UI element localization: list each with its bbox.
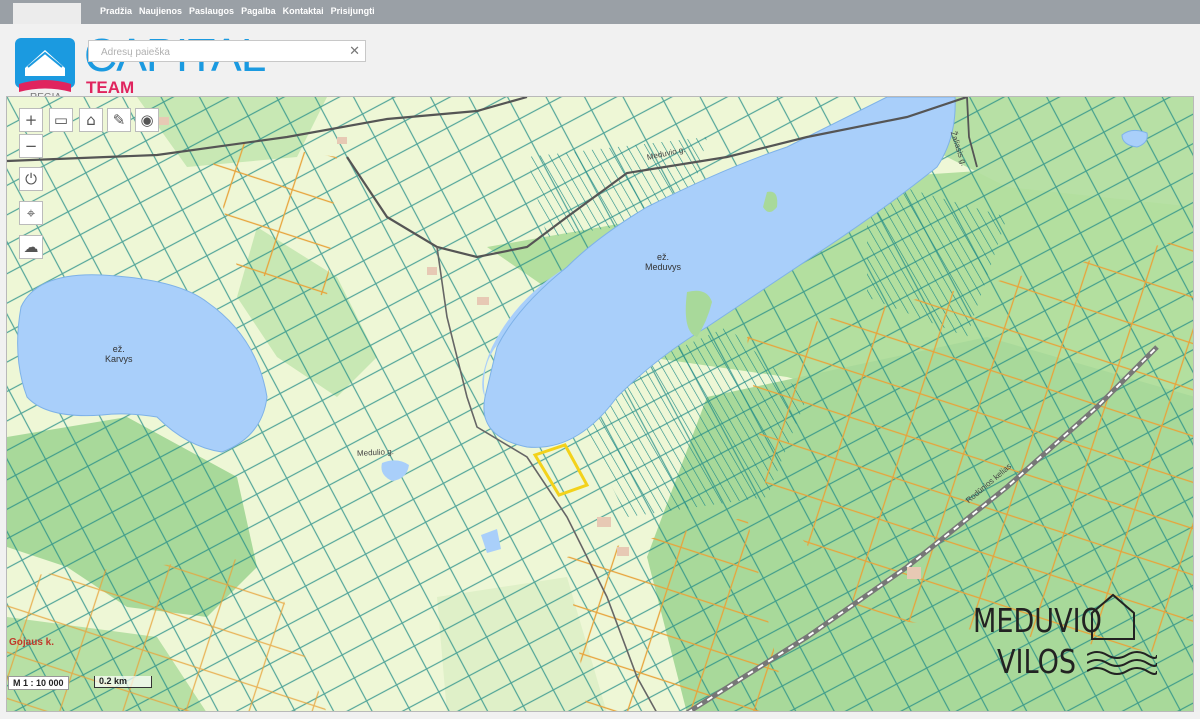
logo-team-text: TEAM [86, 78, 135, 97]
nav-item-naujienos[interactable]: Naujienos [139, 6, 182, 16]
nav-item-pradzia[interactable]: Pradžia [100, 6, 132, 16]
marker-icon[interactable]: ⌂ [79, 108, 103, 132]
outline-shape-icon[interactable]: ☁ [19, 235, 43, 259]
address-search-input[interactable] [99, 42, 343, 62]
lake-meduvys-label: ež. Meduvys [645, 252, 682, 272]
zoom-in-button[interactable]: + [19, 108, 43, 132]
scale-bar: 0.2 km [94, 676, 152, 688]
power-icon[interactable]: ⏻ [19, 167, 43, 191]
map-canvas[interactable]: + − ▭ ⌂ ✎ ◉ ⏻ ⌖ ☁ ež. Karvys ež. Meduvys… [6, 96, 1194, 712]
main-navigation: Pradžia Naujienos Paslaugos Pagalba Kont… [100, 6, 375, 16]
location-icon[interactable]: ◉ [135, 108, 159, 132]
house-logo-icon[interactable] [15, 38, 75, 98]
nav-item-kontaktai[interactable]: Kontaktai [283, 6, 324, 16]
village-label: Gojaus k. [9, 637, 55, 648]
top-navigation-bar: Pradžia Naujienos Paslaugos Pagalba Kont… [0, 0, 1200, 24]
edit-icon[interactable]: ✎ [107, 108, 131, 132]
nav-item-pagalba[interactable]: Pagalba [241, 6, 276, 16]
clear-search-icon[interactable]: ✕ [349, 43, 360, 59]
address-search-box: ✕ [88, 40, 366, 62]
house-waves-icon [1087, 593, 1157, 675]
lake-karvys-label: ež. Karvys [105, 344, 133, 364]
meduvio-text: MEDUVIO [973, 601, 1102, 640]
nav-item-paslaugos[interactable]: Paslaugos [189, 6, 234, 16]
map-scale-ratio: M 1 : 10 000 [8, 676, 69, 690]
vilos-text: VILOS [997, 642, 1077, 681]
home-tab[interactable] [13, 3, 81, 24]
road-label: Medulio g. [356, 447, 395, 458]
measure-icon[interactable]: ▭ [49, 108, 73, 132]
crosshair-icon[interactable]: ⌖ [19, 201, 43, 225]
nav-item-prisijungti[interactable]: Prisijungti [331, 6, 375, 16]
zoom-out-button[interactable]: − [19, 134, 43, 158]
